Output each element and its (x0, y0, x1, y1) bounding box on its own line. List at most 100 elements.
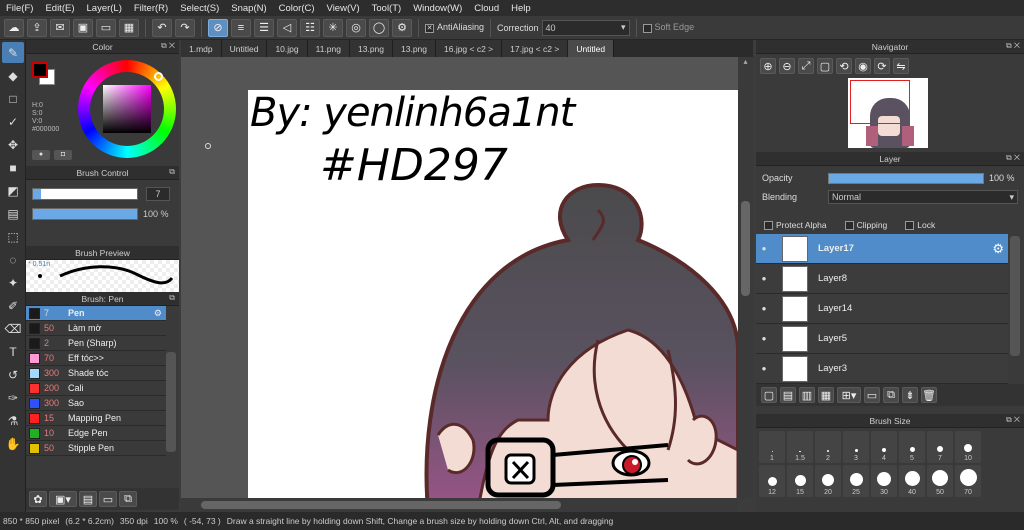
snapshot-icon[interactable]: ▣ (73, 18, 93, 37)
menu-help[interactable]: Help (505, 3, 537, 14)
brush-opacity-slider[interactable] (32, 208, 138, 220)
gear-icon[interactable]: ⚙ (992, 241, 1004, 257)
redo-icon[interactable]: ↷ (175, 18, 195, 37)
duplicate-layer-icon[interactable]: ⧉ (883, 387, 899, 403)
add-brush-icon[interactable]: ✿ (29, 491, 47, 507)
layer-scrollbar[interactable] (1010, 236, 1020, 356)
actual-size-icon[interactable]: ▢ (817, 58, 833, 74)
brush-tool-icon[interactable]: ✎ (2, 42, 24, 63)
move-tool-icon[interactable]: ✥ (2, 134, 24, 155)
tab-17-jpg[interactable]: 17.jpg < c2 > (502, 40, 569, 57)
visibility-icon[interactable]: ● (756, 244, 772, 253)
zoom-out-icon[interactable]: ⊖ (779, 58, 795, 74)
color-mode-button[interactable]: ● (32, 150, 50, 160)
navigator-thumbnail[interactable] (848, 78, 928, 148)
brush-size-option[interactable]: 7 (927, 431, 953, 463)
layer-row[interactable]: ● Layer14 (756, 294, 1008, 324)
cloud-icon[interactable]: ☁ (4, 18, 24, 37)
vertical-scroll-up-icon[interactable]: ▴ (738, 57, 753, 69)
gradient-tool-icon[interactable]: ▤ (2, 203, 24, 224)
brush-list-item[interactable]: 15 Mapping Pen (26, 411, 166, 426)
brush-size-option[interactable]: 25 (843, 465, 869, 497)
fit-icon[interactable]: ⤢ (798, 58, 814, 74)
menu-cloud[interactable]: Cloud (468, 3, 505, 14)
menu-filter[interactable]: Filter(R) (128, 3, 174, 14)
brush-list-item[interactable]: 50 Stipple Pen (26, 441, 166, 456)
menu-layer[interactable]: Layer(L) (81, 3, 128, 14)
brush-list-item[interactable]: 70 Eff tóc>> (26, 351, 166, 366)
snap-vanish-icon[interactable]: ◁ (277, 18, 297, 37)
brush-size-option[interactable]: 3 (843, 431, 869, 463)
layer-row[interactable]: ● Layer5 (756, 324, 1008, 354)
brush-list-item[interactable]: 300 Sao (26, 396, 166, 411)
panel-controls-icon[interactable]: ⧉ (169, 293, 175, 303)
brush-list-item[interactable]: 7 Pen ⚙ (26, 306, 166, 321)
tab-untitled-active[interactable]: Untitled (568, 40, 615, 57)
brush-list-item[interactable]: 10 Edge Pen (26, 426, 166, 441)
horizontal-scrollbar[interactable] (181, 498, 738, 512)
select-pen-tool-icon[interactable]: ✐ (2, 295, 24, 316)
tab-untitled[interactable]: Untitled (221, 40, 268, 57)
brush-size-option[interactable]: 1 (759, 431, 785, 463)
export-icon[interactable]: ⇪ (27, 18, 47, 37)
snap-off-icon[interactable]: ⊘ (208, 18, 228, 37)
brush-menu-icon[interactable]: ▣▾ (49, 491, 77, 507)
brush-size-option[interactable]: 50 (927, 465, 953, 497)
layer-row[interactable]: ● Layer17 ⚙ (756, 234, 1008, 264)
brush-size-option[interactable]: 5 (899, 431, 925, 463)
lasso-tool-icon[interactable]: ◌ (2, 249, 24, 270)
new-halftone-layer-icon[interactable]: ▤ (780, 387, 796, 403)
foreground-color-swatch[interactable] (32, 62, 48, 78)
layer-opacity-slider[interactable] (828, 173, 984, 184)
brush-list-scrollbar[interactable] (166, 352, 176, 452)
brush-list-item[interactable]: 50 Làm mờ (26, 321, 166, 336)
window-icon[interactable]: ▭ (96, 18, 116, 37)
panel-controls-icon[interactable]: ⧉ (169, 167, 175, 177)
grid-icon[interactable]: ▦ (119, 18, 139, 37)
brush-size-slider[interactable] (32, 188, 138, 200)
panel-controls-icon[interactable]: ⧉ ✕ (161, 41, 175, 51)
brush-size-option[interactable]: 70 (955, 465, 981, 497)
visibility-icon[interactable]: ● (756, 304, 772, 313)
zoom-in-icon[interactable]: ⊕ (760, 58, 776, 74)
protect-alpha-checkbox[interactable]: Protect Alpha (764, 220, 827, 231)
visibility-icon[interactable]: ● (756, 274, 772, 283)
menu-window[interactable]: Window(W) (407, 3, 468, 14)
snap-settings-icon[interactable]: ⚙ (392, 18, 412, 37)
horizontal-scroll-thumb[interactable] (201, 501, 561, 509)
brush-size-option[interactable]: 12 (759, 465, 785, 497)
menu-select[interactable]: Select(S) (174, 3, 225, 14)
hand-lasso-tool-icon[interactable]: ↺ (2, 364, 24, 385)
visibility-icon[interactable]: ● (756, 364, 772, 373)
brush-size-option[interactable]: 2 (815, 431, 841, 463)
reset-rotation-icon[interactable]: ◉ (855, 58, 871, 74)
menu-color[interactable]: Color(C) (273, 3, 321, 14)
brush-duplicate-icon[interactable]: ⧉ (119, 491, 137, 507)
visibility-icon[interactable]: ● (756, 334, 772, 343)
magic-wand-tool-icon[interactable]: ✦ (2, 272, 24, 293)
bucket-tool-icon[interactable]: ◩ (2, 180, 24, 201)
brush-size-option[interactable]: 15 (787, 465, 813, 497)
layer-row[interactable]: ● Layer3 (756, 354, 1008, 384)
brush-size-option[interactable]: 20 (815, 465, 841, 497)
saturation-value-square[interactable] (103, 85, 151, 133)
brush-size-option[interactable]: 40 (899, 465, 925, 497)
select-eraser-tool-icon[interactable]: ⌫ (2, 318, 24, 339)
panel-controls-icon[interactable]: ⧉ ✕ (1006, 153, 1020, 163)
drawing-canvas[interactable]: By: yenlinh6a1nt #HD297 (248, 90, 738, 498)
clipping-checkbox[interactable]: Clipping (844, 220, 887, 231)
select-rect-tool-icon[interactable]: □ (2, 88, 24, 109)
tab-13-png-2[interactable]: 13.png (393, 40, 436, 57)
snap-burst-icon[interactable]: ✳ (323, 18, 343, 37)
new-layer-icon[interactable]: ▢ (761, 387, 777, 403)
blending-select[interactable]: Normal ▾ (828, 190, 1018, 204)
new-1bit-layer-icon[interactable]: ▥ (799, 387, 815, 403)
gear-icon[interactable]: ⚙ (154, 308, 162, 319)
menu-file[interactable]: File(F) (0, 3, 39, 14)
tab-1-mdp[interactable]: 1.mdp (181, 40, 222, 57)
add-layer-menu-icon[interactable]: ⊞▾ (837, 387, 861, 403)
navigator-viewport[interactable] (850, 80, 910, 124)
merge-layer-icon[interactable]: ⇟ (902, 387, 918, 403)
color-wheel[interactable] (78, 60, 176, 158)
hand-tool-icon[interactable]: ✋ (2, 433, 24, 454)
